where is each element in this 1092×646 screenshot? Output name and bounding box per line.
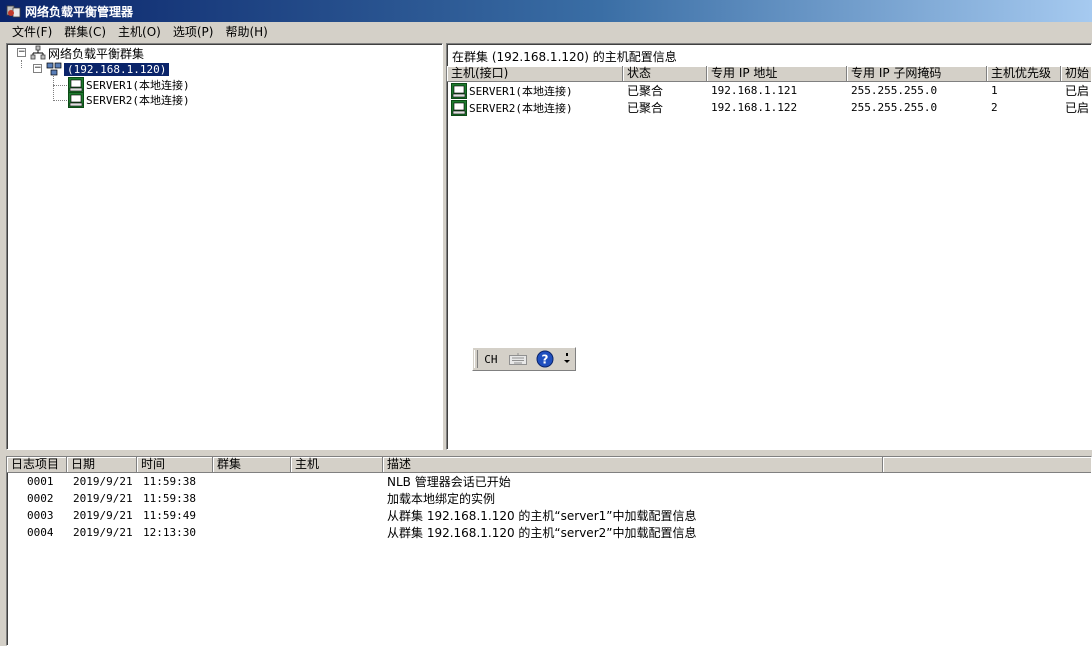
host-cell: SERVER1(本地连接) xyxy=(469,84,573,98)
title-bar[interactable]: 网络负载平衡管理器 xyxy=(0,0,1092,22)
tree-node-host-label: SERVER1(本地连接) xyxy=(86,79,190,92)
column-header-log-entry[interactable]: 日志项目 xyxy=(7,457,67,473)
log-column-headers: 日志项目 日期 时间 群集 主机 描述 xyxy=(7,457,1091,473)
log-id-cell: 0003 xyxy=(27,509,54,522)
initial-state-cell: 已启 xyxy=(1065,101,1090,115)
cluster-icon xyxy=(46,61,62,77)
log-description-cell: 加载本地绑定的实例 xyxy=(387,492,496,506)
tree-node-root[interactable]: − 网络负载平衡群集 xyxy=(16,45,144,61)
log-date-cell: 2019/9/21 xyxy=(73,509,133,522)
host-computer-icon xyxy=(68,77,84,93)
log-row[interactable]: 0001 2019/9/21 11:59:38 NLB 管理器会话已开始 xyxy=(7,473,883,490)
log-time-cell: 12:13:30 xyxy=(143,526,196,539)
column-header-mask[interactable]: 专用 IP 子网掩码 xyxy=(847,66,987,82)
log-row[interactable]: 0002 2019/9/21 11:59:38 加载本地绑定的实例 xyxy=(7,490,883,507)
tree-connector xyxy=(53,100,67,101)
log-id-cell: 0004 xyxy=(27,526,54,539)
menu-options[interactable]: 选项(P) xyxy=(167,23,220,41)
host-computer-icon xyxy=(451,82,467,99)
table-row[interactable]: SERVER1(本地连接) 已聚合 192.168.1.121 255.255.… xyxy=(447,82,1091,99)
log-id-cell: 0002 xyxy=(27,492,54,505)
language-bar[interactable]: CH ? xyxy=(472,347,576,371)
ip-cell: 192.168.1.122 xyxy=(711,101,798,114)
tree-node-cluster[interactable]: − (192.168.1.120) xyxy=(32,61,170,77)
detail-column-headers: 主机(接口) 状态 专用 IP 地址 专用 IP 子网掩码 主机优先级 初始 xyxy=(447,66,1091,82)
column-header-host[interactable]: 主机 xyxy=(291,457,383,473)
priority-cell: 1 xyxy=(991,84,998,97)
collapse-root-toggle[interactable]: − xyxy=(17,48,26,57)
column-header-initial[interactable]: 初始 xyxy=(1061,66,1091,82)
menu-cluster[interactable]: 群集(C) xyxy=(58,23,112,41)
log-id-cell: 0001 xyxy=(27,475,54,488)
keyboard-icon[interactable] xyxy=(504,348,532,370)
menu-host[interactable]: 主机(O) xyxy=(112,23,167,41)
tree-connector xyxy=(21,60,22,68)
column-header-date[interactable]: 日期 xyxy=(67,457,137,473)
host-computer-icon xyxy=(68,92,84,108)
log-row[interactable]: 0004 2019/9/21 12:13:30 从群集 192.168.1.12… xyxy=(7,524,883,541)
detail-title: 在群集 (192.168.1.120) 的主机配置信息 xyxy=(452,50,677,64)
column-header-ip[interactable]: 专用 IP 地址 xyxy=(707,66,847,82)
tree-node-host-label: SERVER2(本地连接) xyxy=(86,94,190,107)
network-cluster-icon xyxy=(30,45,46,61)
nlb-manager-icon xyxy=(6,4,21,19)
tree-node-host[interactable]: SERVER2(本地连接) xyxy=(68,92,190,108)
tree-node-host[interactable]: SERVER1(本地连接) xyxy=(68,77,190,93)
log-time-cell: 11:59:38 xyxy=(143,475,196,488)
log-row[interactable]: 0003 2019/9/21 11:59:49 从群集 192.168.1.12… xyxy=(7,507,883,524)
log-description-cell: 从群集 192.168.1.120 的主机“server1”中加载配置信息 xyxy=(387,509,697,523)
log-time-cell: 11:59:38 xyxy=(143,492,196,505)
input-language-button[interactable]: CH xyxy=(478,348,504,370)
status-cell: 已聚合 xyxy=(627,101,664,115)
tree-node-root-label: 网络负载平衡群集 xyxy=(48,46,145,61)
mask-cell: 255.255.255.0 xyxy=(851,84,938,97)
help-icon[interactable]: ? xyxy=(531,348,559,370)
collapse-cluster-toggle[interactable]: − xyxy=(33,64,42,73)
column-header-time[interactable]: 时间 xyxy=(137,457,213,473)
tree-connector xyxy=(53,85,67,86)
log-date-cell: 2019/9/21 xyxy=(73,475,133,488)
tree-connector xyxy=(53,76,54,101)
initial-state-cell: 已启 xyxy=(1065,84,1090,98)
host-detail-pane[interactable]: 在群集 (192.168.1.120) 的主机配置信息 主机(接口) 状态 专用… xyxy=(446,43,1092,450)
mask-cell: 255.255.255.0 xyxy=(851,101,938,114)
svg-text:?: ? xyxy=(542,353,549,367)
options-arrow-icon[interactable] xyxy=(559,348,575,370)
host-computer-icon xyxy=(451,99,467,116)
cluster-tree-pane[interactable]: − 网络负载平衡群集 − (192.168.1.120) SERVER1(本地连… xyxy=(6,43,443,450)
log-pane[interactable]: 日志项目 日期 时间 群集 主机 描述 0001 2019/9/21 11:59… xyxy=(6,456,1092,646)
column-header-host[interactable]: 主机(接口) xyxy=(447,66,623,82)
window-title: 网络负载平衡管理器 xyxy=(25,4,134,19)
menu-bar: 文件(F) 群集(C) 主机(O) 选项(P) 帮助(H) xyxy=(0,22,1092,42)
column-header-description[interactable]: 描述 xyxy=(383,457,883,473)
tree-node-cluster-label: (192.168.1.120) xyxy=(64,62,170,76)
log-date-cell: 2019/9/21 xyxy=(73,526,133,539)
menu-help[interactable]: 帮助(H) xyxy=(219,23,273,41)
log-description-cell: NLB 管理器会话已开始 xyxy=(387,475,511,489)
priority-cell: 2 xyxy=(991,101,998,114)
column-header-cluster[interactable]: 群集 xyxy=(213,457,291,473)
log-date-cell: 2019/9/21 xyxy=(73,492,133,505)
table-row[interactable]: SERVER2(本地连接) 已聚合 192.168.1.122 255.255.… xyxy=(447,99,1091,116)
column-header-status[interactable]: 状态 xyxy=(623,66,707,82)
log-description-cell: 从群集 192.168.1.120 的主机“server2”中加载配置信息 xyxy=(387,526,697,540)
column-header-filler xyxy=(883,457,1091,473)
ip-cell: 192.168.1.121 xyxy=(711,84,798,97)
status-cell: 已聚合 xyxy=(627,84,664,98)
host-cell: SERVER2(本地连接) xyxy=(469,101,573,115)
log-time-cell: 11:59:49 xyxy=(143,509,196,522)
menu-file[interactable]: 文件(F) xyxy=(6,23,58,41)
column-header-priority[interactable]: 主机优先级 xyxy=(987,66,1061,82)
